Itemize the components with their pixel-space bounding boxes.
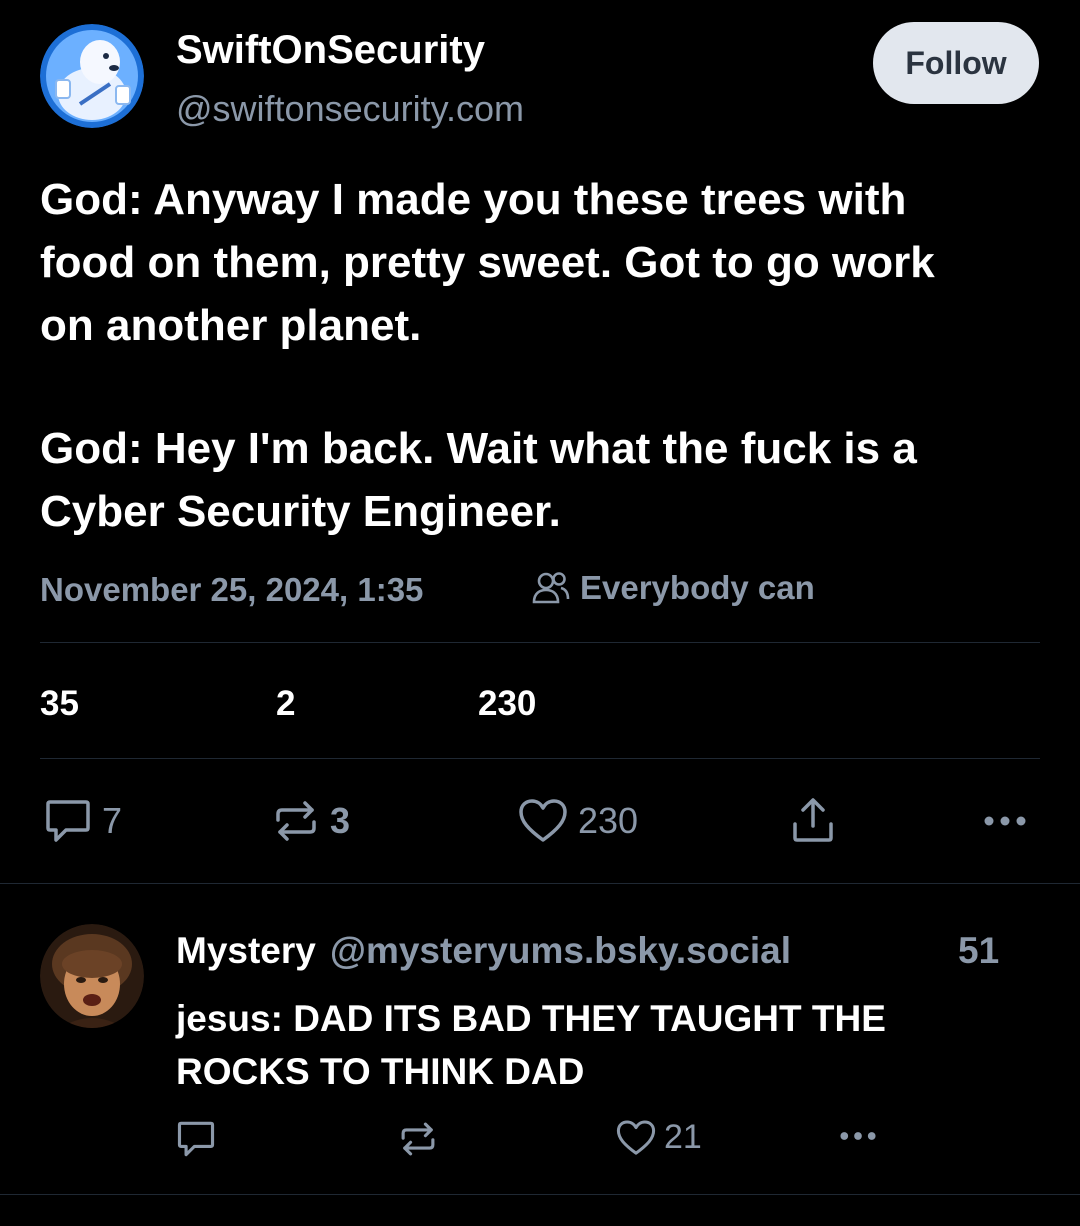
author-display-name[interactable]: SwiftOnSecurity: [176, 28, 485, 73]
post-text-line: Cyber Security Engineer.: [40, 487, 561, 536]
repost-count: 3: [330, 800, 351, 841]
reply-avatar[interactable]: [40, 924, 144, 1028]
reply-button[interactable]: 7: [44, 798, 122, 844]
post-text: God: Anyway I made you these trees with …: [40, 168, 1050, 543]
reply-more-options-button[interactable]: [836, 1130, 880, 1142]
author-handle[interactable]: @swiftonsecurity.com: [176, 88, 524, 130]
stat-quotes-count[interactable]: 2: [276, 684, 295, 724]
reply-text-line: jesus: DAD ITS BAD THEY TAUGHT THE: [176, 998, 886, 1039]
divider: [40, 758, 1040, 759]
like-button[interactable]: 230: [518, 798, 638, 844]
heart-icon: [519, 799, 567, 842]
audience-setting[interactable]: Everybody can: [532, 569, 815, 607]
comment-icon: [46, 800, 90, 842]
people-icon: [532, 572, 570, 604]
more-options-button[interactable]: [982, 814, 1028, 828]
reply-count: 7: [102, 800, 123, 841]
reply-text-line: ROCKS TO THINK DAD: [176, 1051, 585, 1092]
reply-age[interactable]: 51: [958, 930, 999, 972]
share-button[interactable]: [790, 796, 836, 844]
post-text-line: God: Hey I'm back. Wait what the fuck is…: [40, 424, 917, 473]
reply-header: Mystery @mysteryums.bsky.social: [176, 930, 791, 972]
avatar-portrait-icon: [40, 924, 144, 1028]
reply-handle[interactable]: @mysteryums.bsky.social: [330, 930, 791, 972]
divider: [40, 642, 1040, 643]
reply-repost-button[interactable]: [398, 1120, 438, 1158]
repost-icon: [401, 1122, 435, 1156]
divider: [0, 883, 1080, 884]
stat-likes-count[interactable]: 230: [478, 684, 536, 724]
avatar-seal-icon: [40, 24, 144, 128]
stat-reposts-count[interactable]: 35: [40, 684, 79, 724]
repost-icon: [276, 801, 316, 841]
reply-display-name[interactable]: Mystery: [176, 930, 316, 972]
post-text-line: God: Anyway I made you these trees with: [40, 175, 907, 224]
post-text-line: food on them, pretty sweet. Got to go wo…: [40, 238, 935, 287]
follow-button[interactable]: Follow: [873, 22, 1039, 104]
repost-button[interactable]: 3: [272, 798, 350, 844]
post-text-line: on another planet.: [40, 301, 422, 350]
like-count: 230: [578, 800, 639, 841]
reply-text: jesus: DAD ITS BAD THEY TAUGHT THE ROCKS…: [176, 992, 1036, 1098]
share-icon: [793, 798, 833, 842]
reply-like-count: 21: [664, 1118, 702, 1156]
reply-reply-button[interactable]: [176, 1120, 216, 1158]
reply-like-button[interactable]: 21: [616, 1118, 702, 1157]
author-avatar[interactable]: [40, 24, 144, 128]
heart-icon: [616, 1119, 656, 1155]
post-timestamp[interactable]: November 25, 2024, 1:35: [40, 571, 423, 609]
more-icon: [840, 1132, 876, 1140]
comment-icon: [177, 1121, 215, 1157]
more-icon: [984, 816, 1026, 826]
divider: [0, 1194, 1080, 1195]
follow-button-label: Follow: [905, 44, 1007, 81]
audience-label: Everybody can: [580, 569, 815, 606]
